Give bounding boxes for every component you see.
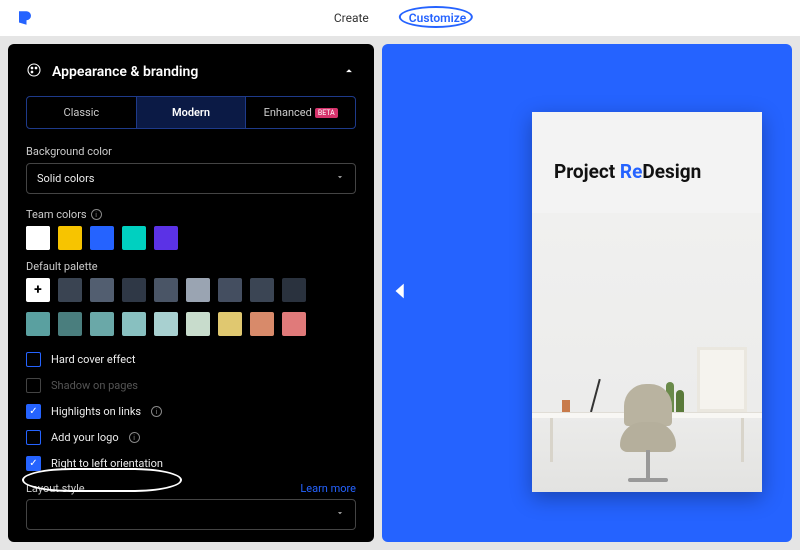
color-swatch[interactable] xyxy=(26,312,50,336)
theme-tabs: Classic Modern EnhancedBETA xyxy=(26,96,356,129)
section-title: Appearance & branding xyxy=(52,64,198,80)
chevron-down-icon xyxy=(335,172,345,185)
cover-illustration xyxy=(532,213,762,492)
palette-label: Default palette xyxy=(26,260,356,273)
chevron-down-icon xyxy=(335,508,345,521)
option-shadow: Shadow on pages xyxy=(26,378,356,393)
chevron-up-icon[interactable] xyxy=(342,63,356,82)
label-logo: Add your logo xyxy=(51,431,119,444)
color-swatch[interactable] xyxy=(122,312,146,336)
checkbox-rtl[interactable] xyxy=(26,456,41,471)
info-icon[interactable]: i xyxy=(91,209,102,220)
color-swatch[interactable] xyxy=(218,278,242,302)
color-swatch[interactable] xyxy=(58,226,82,250)
learn-more-link[interactable]: Learn more xyxy=(300,482,356,495)
option-highlights[interactable]: Highlights on links i xyxy=(26,404,356,419)
team-swatches xyxy=(26,226,356,250)
tab-enhanced[interactable]: EnhancedBETA xyxy=(245,97,355,128)
beta-badge: BETA xyxy=(315,108,338,118)
bgcolor-value: Solid colors xyxy=(37,172,94,185)
palette-row1: + xyxy=(26,278,356,302)
label-highlights: Highlights on links xyxy=(51,405,141,418)
color-swatch[interactable] xyxy=(122,226,146,250)
palette-icon xyxy=(26,62,42,82)
nav-create[interactable]: Create xyxy=(334,11,369,25)
color-swatch[interactable] xyxy=(154,312,178,336)
color-swatch[interactable] xyxy=(90,278,114,302)
option-hardcover[interactable]: Hard cover effect xyxy=(26,352,356,367)
nav-customize[interactable]: Customize xyxy=(409,11,466,25)
tab-modern[interactable]: Modern xyxy=(136,97,246,128)
app-logo xyxy=(16,9,34,27)
color-swatch[interactable] xyxy=(154,226,178,250)
tab-classic[interactable]: Classic xyxy=(27,97,136,128)
checkbox-shadow xyxy=(26,378,41,393)
checkbox-highlights[interactable] xyxy=(26,404,41,419)
teamcolors-label: Team colors i xyxy=(26,208,356,221)
option-logo[interactable]: Add your logo i xyxy=(26,430,356,445)
layout-label: Layout style xyxy=(26,482,85,495)
color-swatch[interactable] xyxy=(26,226,50,250)
checkbox-logo[interactable] xyxy=(26,430,41,445)
bgcolor-label: Background color xyxy=(26,145,356,158)
document-page: Project ReDesign xyxy=(532,112,762,492)
layout-dropdown[interactable] xyxy=(26,499,356,530)
label-hardcover: Hard cover effect xyxy=(51,353,135,366)
color-swatch[interactable] xyxy=(186,312,210,336)
palette-row2 xyxy=(26,312,356,336)
label-shadow: Shadow on pages xyxy=(51,379,138,392)
color-swatch[interactable] xyxy=(58,278,82,302)
document-title: Project ReDesign xyxy=(554,160,701,183)
preview-pane: Project ReDesign xyxy=(382,44,792,542)
color-swatch[interactable] xyxy=(250,312,274,336)
color-swatch[interactable] xyxy=(154,278,178,302)
color-swatch[interactable] xyxy=(186,278,210,302)
color-swatch[interactable] xyxy=(282,312,306,336)
color-swatch[interactable] xyxy=(90,312,114,336)
checkbox-hardcover[interactable] xyxy=(26,352,41,367)
color-swatch[interactable] xyxy=(218,312,242,336)
tab-enhanced-label: Enhanced xyxy=(264,106,312,119)
color-swatch[interactable] xyxy=(250,278,274,302)
option-rtl[interactable]: Right to left orientation xyxy=(26,456,356,471)
nav-customize-label: Customize xyxy=(409,11,466,25)
color-swatch[interactable] xyxy=(58,312,82,336)
color-swatch[interactable] xyxy=(282,278,306,302)
color-swatch[interactable] xyxy=(90,226,114,250)
add-swatch-button[interactable]: + xyxy=(26,278,50,302)
section-header[interactable]: Appearance & branding xyxy=(26,62,356,82)
color-swatch[interactable] xyxy=(122,278,146,302)
settings-panel: Appearance & branding Classic Modern Enh… xyxy=(8,44,374,542)
info-icon[interactable]: i xyxy=(129,432,140,443)
info-icon[interactable]: i xyxy=(151,406,162,417)
label-rtl: Right to left orientation xyxy=(51,457,163,470)
bgcolor-dropdown[interactable]: Solid colors xyxy=(26,163,356,194)
prev-page-button[interactable] xyxy=(390,277,412,309)
